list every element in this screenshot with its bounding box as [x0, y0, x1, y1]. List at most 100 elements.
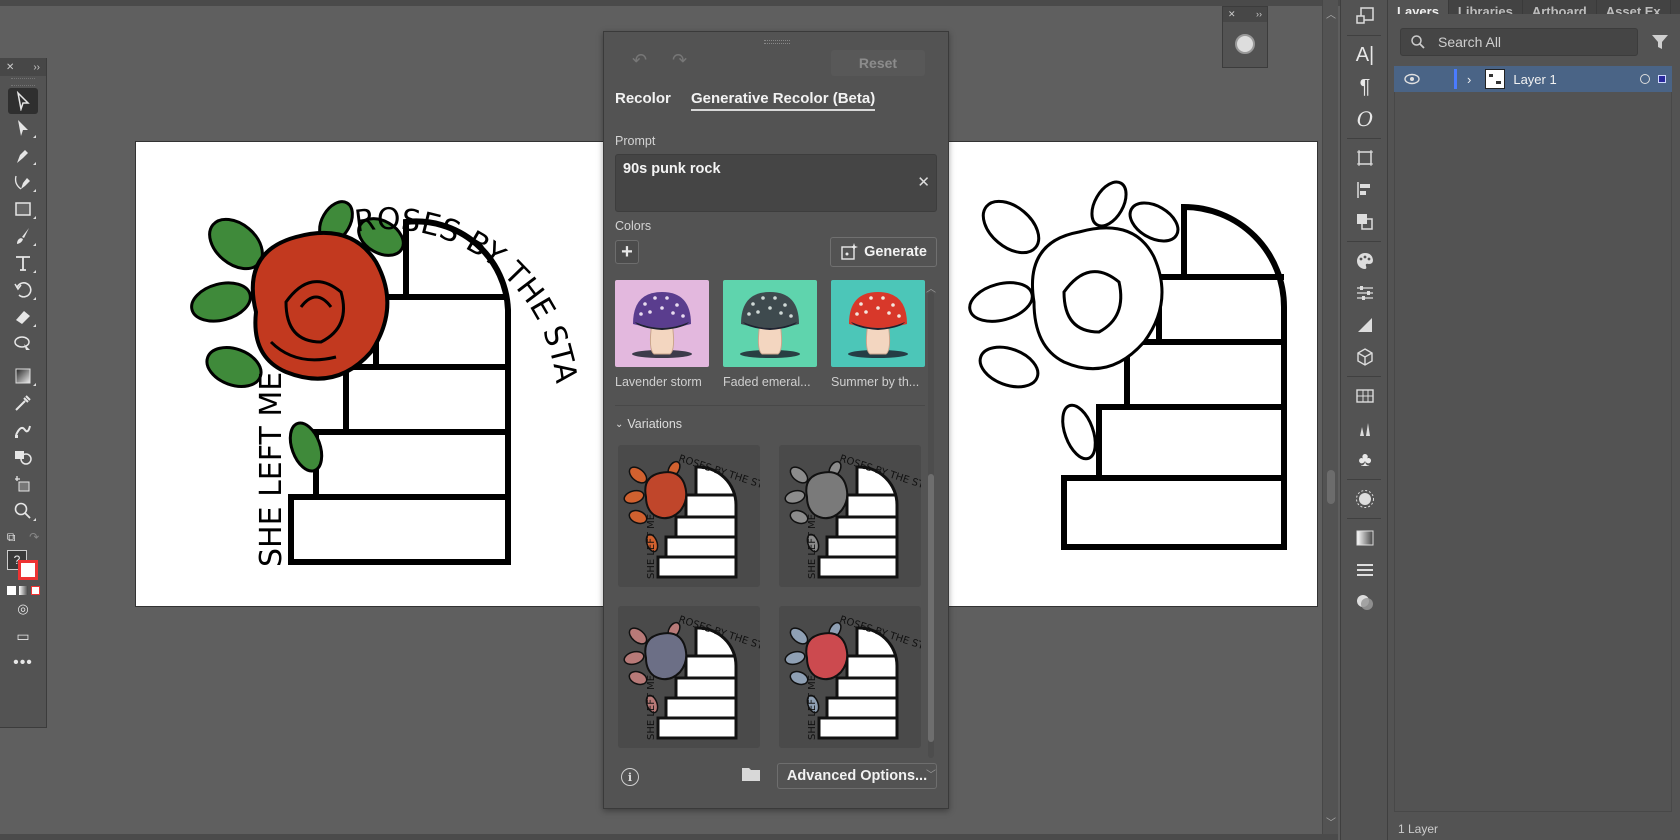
reset-button[interactable]: Reset	[831, 50, 925, 76]
advanced-options-button[interactable]: Advanced Options...	[777, 763, 937, 789]
tab-asset-export[interactable]: Asset Ex	[1597, 0, 1671, 14]
pen-tool[interactable]	[8, 142, 38, 168]
tab-recolor[interactable]: Recolor	[615, 90, 671, 107]
variations-toggle[interactable]: ⌄ Variations	[615, 417, 682, 431]
curvature-tool[interactable]	[8, 169, 38, 195]
target-circle-icon[interactable]	[1640, 74, 1650, 84]
sample-image	[615, 280, 709, 367]
default-colors-icon[interactable]: ⧉	[7, 530, 16, 545]
dock-paragraph[interactable]: ¶	[1341, 71, 1389, 103]
layer-search-input[interactable]: Search All	[1400, 28, 1638, 56]
tab-layers[interactable]: Layers	[1388, 0, 1449, 14]
variation-red-orange[interactable]: ROSES BY THE STAIRS SHE LEFT ME	[618, 445, 760, 587]
dock-gradient[interactable]	[1341, 309, 1389, 341]
draw-mode-button[interactable]: ◎	[8, 596, 38, 622]
generate-button[interactable]: Generate	[830, 237, 937, 267]
close-icon[interactable]: ✕	[1228, 9, 1236, 20]
edit-toolbar-button[interactable]: •••	[8, 650, 38, 676]
layer-name[interactable]: Layer 1	[1513, 72, 1556, 87]
screen-mode-button[interactable]: ▭	[8, 623, 38, 649]
eraser-tool[interactable]	[8, 304, 38, 330]
none-mode-icon[interactable]	[30, 586, 40, 595]
artboard-tool[interactable]	[8, 471, 38, 497]
visibility-eye-icon[interactable]	[1404, 73, 1420, 85]
clear-prompt-icon[interactable]: ✕	[917, 173, 930, 191]
dock-pathfinder[interactable]	[1341, 206, 1389, 238]
add-color-button[interactable]: +	[615, 240, 639, 264]
tab-libraries[interactable]: Libraries	[1449, 0, 1523, 14]
dock-transform[interactable]	[1341, 0, 1389, 32]
dock-color[interactable]	[1341, 245, 1389, 277]
lasso-tool[interactable]	[8, 331, 38, 357]
prompt-input[interactable]: 90s punk rock ✕	[615, 154, 937, 212]
stroke-swatch[interactable]	[18, 560, 38, 580]
tab-artboard[interactable]: Artboard	[1523, 0, 1597, 14]
variation-grayscale[interactable]: ROSES BY THE STAIRS SHE LEFT ME	[779, 445, 921, 587]
dock-3d[interactable]	[1341, 341, 1389, 373]
prompt-value[interactable]: 90s punk rock	[623, 161, 721, 177]
panel-icon-dock: A| ¶ O ♣	[1340, 0, 1388, 840]
selection-square-icon[interactable]	[1658, 75, 1666, 83]
horizontal-scrollbar[interactable]	[0, 834, 1338, 840]
expand-chevron-icon[interactable]: ›	[1467, 72, 1471, 87]
tab-generative-recolor[interactable]: Generative Recolor (Beta)	[691, 90, 876, 111]
sample-prompts-gallery: Lavender storm Faded emeral... Summer by…	[615, 280, 925, 400]
dock-brushes[interactable]	[1341, 412, 1389, 444]
paintbrush-icon	[17, 228, 29, 244]
navigator-icon[interactable]	[1235, 34, 1255, 54]
dock-swatches[interactable]	[1341, 380, 1389, 412]
sample-prompt-card[interactable]: Summer by th...	[831, 280, 925, 389]
scroll-down-icon[interactable]: ﹀	[1326, 814, 1336, 829]
direct-selection-tool[interactable]	[8, 115, 38, 141]
selection-tool[interactable]	[8, 88, 38, 114]
info-icon[interactable]: i	[621, 768, 639, 786]
zoom-tool[interactable]	[8, 498, 38, 524]
scroll-thumb[interactable]	[1327, 470, 1335, 504]
dock-transparency[interactable]	[1341, 586, 1389, 618]
panel-scrollbar[interactable]: ︿ ﹀	[925, 280, 937, 781]
color-mode-icon[interactable]	[6, 586, 16, 595]
dock-properties[interactable]	[1341, 277, 1389, 309]
paintbrush-tool[interactable]	[8, 223, 38, 249]
collapse-icon[interactable]: ››	[33, 62, 40, 73]
type-tool[interactable]	[8, 250, 38, 276]
filter-icon[interactable]	[1651, 33, 1669, 51]
redo-icon[interactable]: ↷	[672, 50, 687, 71]
dock-character[interactable]: A|	[1341, 39, 1389, 71]
close-icon[interactable]: ✕	[6, 62, 14, 73]
gradient-mode-icon[interactable]	[18, 586, 28, 595]
rotate-icon	[14, 282, 32, 298]
dock-stroke[interactable]	[1341, 554, 1389, 586]
collapse-icon[interactable]: ››	[1256, 9, 1262, 20]
scroll-up-icon[interactable]: ︿	[1326, 6, 1336, 21]
folder-icon[interactable]	[742, 767, 760, 781]
sample-prompt-card[interactable]: Lavender storm	[615, 280, 709, 389]
puppet-warp-tool[interactable]	[8, 417, 38, 443]
rotate-tool[interactable]	[8, 277, 38, 303]
gradient-tool[interactable]	[8, 363, 38, 389]
rectangle-tool[interactable]	[8, 196, 38, 222]
shape-builder-tool[interactable]	[8, 444, 38, 470]
sample-prompt-card[interactable]: Faded emeral...	[723, 280, 817, 389]
panel-grip[interactable]	[11, 78, 35, 86]
dock-symbols[interactable]: ♣	[1341, 444, 1389, 476]
scroll-thumb[interactable]	[928, 474, 934, 742]
artboard-outline[interactable]	[948, 141, 1318, 607]
variation-slate-rose[interactable]: ROSES BY THE STAIRS SHE LEFT ME	[618, 606, 760, 748]
dock-gradient-2[interactable]	[1341, 522, 1389, 554]
artboard-colored[interactable]: ROSES BY THE STAIRS SHE LEFT ME	[126, 115, 605, 607]
swap-colors-icon[interactable]: ↷	[29, 530, 39, 544]
dock-align[interactable]	[1341, 174, 1389, 206]
search-icon	[1411, 35, 1425, 49]
dock-appearance[interactable]	[1341, 483, 1389, 515]
undo-icon[interactable]: ↶	[632, 50, 647, 71]
variation-crimson[interactable]: ROSES BY THE STAIRS SHE LEFT ME	[779, 606, 921, 748]
eyedropper-tool[interactable]	[8, 390, 38, 416]
layer-row[interactable]: › Layer 1	[1394, 66, 1672, 92]
panel-drag-handle[interactable]	[764, 40, 790, 44]
vertical-scrollbar[interactable]: ︿ ﹀	[1322, 0, 1338, 834]
dock-artboards[interactable]	[1341, 142, 1389, 174]
variation-preview: ROSES BY THE STAIRS SHE LEFT ME	[784, 453, 921, 579]
fill-stroke-swatches[interactable]: ?	[0, 548, 46, 582]
dock-opentype[interactable]: O	[1341, 103, 1389, 135]
